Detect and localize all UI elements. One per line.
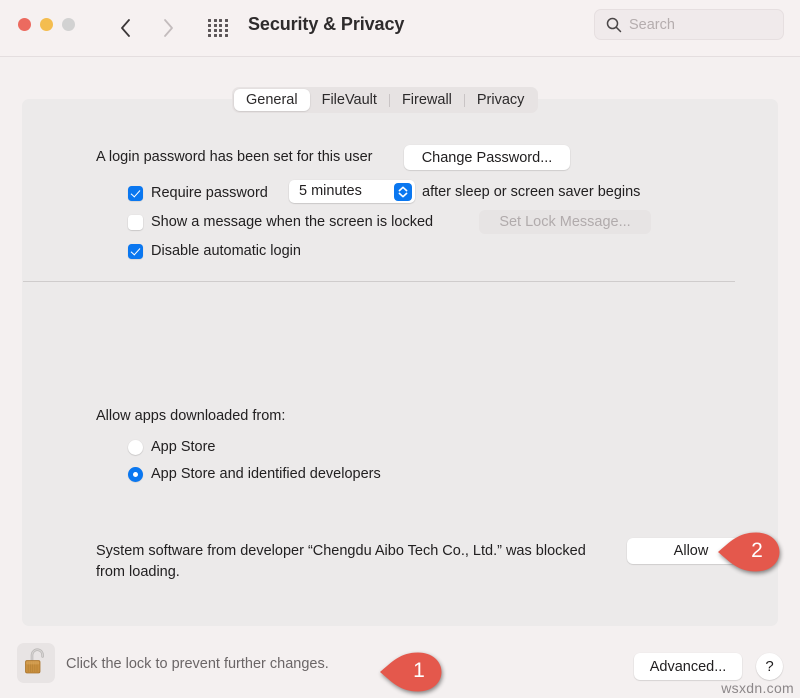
disable-auto-login-row[interactable]: Disable automatic login xyxy=(128,241,301,261)
unlocked-padlock-icon[interactable] xyxy=(17,643,55,683)
search-field[interactable] xyxy=(594,9,784,40)
show-lock-message-row[interactable]: Show a message when the screen is locked xyxy=(128,212,433,232)
annotation-pin-2: 2 xyxy=(716,530,782,574)
show-lock-message-checkbox[interactable] xyxy=(128,214,143,230)
window-titlebar: Security & Privacy xyxy=(0,0,800,57)
tab-filevault[interactable]: FileVault xyxy=(310,89,389,111)
allow-apps-label: Allow apps downloaded from: xyxy=(96,408,286,424)
set-lock-message-button[interactable]: Set Lock Message... xyxy=(479,210,651,234)
close-window-button[interactable] xyxy=(18,18,31,31)
advanced-button[interactable]: Advanced... xyxy=(634,653,742,680)
login-password-status-label: A login password has been set for this u… xyxy=(96,149,373,165)
page-title: Security & Privacy xyxy=(248,14,405,34)
show-all-grid-icon[interactable] xyxy=(205,15,231,41)
sleep-delay-select[interactable]: 5 minutes xyxy=(289,180,415,203)
annotation-pin-2-number: 2 xyxy=(751,539,763,562)
radio-app-store-row[interactable]: App Store xyxy=(128,437,216,457)
require-password-checkbox[interactable] xyxy=(128,185,143,201)
help-button[interactable]: ? xyxy=(756,653,783,680)
after-sleep-suffix-label: after sleep or screen saver begins xyxy=(422,184,641,200)
chevron-left-icon[interactable] xyxy=(115,14,137,42)
require-password-row[interactable]: Require password xyxy=(128,183,268,203)
search-icon xyxy=(605,16,623,34)
zoom-window-button[interactable] xyxy=(62,18,75,31)
radio-identified-developers[interactable] xyxy=(128,466,143,482)
chevron-updown-icon[interactable] xyxy=(394,182,412,201)
require-password-label: Require password xyxy=(151,185,268,201)
radio-identified-developers-row[interactable]: App Store and identified developers xyxy=(128,464,381,484)
tab-privacy[interactable]: Privacy xyxy=(465,89,537,111)
chevron-right-icon[interactable] xyxy=(157,14,179,42)
tab-general[interactable]: General xyxy=(234,89,310,111)
disable-auto-login-checkbox[interactable] xyxy=(128,243,143,259)
radio-app-store-label: App Store xyxy=(151,439,216,455)
blocked-software-message: System software from developer “Chengdu … xyxy=(96,543,586,580)
preference-tabs: General FileVault Firewall Privacy xyxy=(232,87,539,113)
radio-identified-developers-label: App Store and identified developers xyxy=(151,466,381,482)
lock-hint-text: Click the lock to prevent further change… xyxy=(66,656,329,672)
disable-auto-login-label: Disable automatic login xyxy=(151,243,301,259)
annotation-pin-1-number: 1 xyxy=(413,659,425,682)
watermark: wsxdn.com xyxy=(721,680,794,696)
change-password-button[interactable]: Change Password... xyxy=(404,145,570,170)
tab-firewall[interactable]: Firewall xyxy=(390,89,464,111)
section-divider xyxy=(23,281,735,282)
search-input[interactable] xyxy=(629,10,779,39)
radio-app-store[interactable] xyxy=(128,439,143,455)
annotation-pin-1: 1 xyxy=(378,650,444,694)
security-privacy-window: Security & Privacy General FileVault Fir… xyxy=(0,0,800,698)
sleep-delay-value: 5 minutes xyxy=(299,183,362,199)
show-lock-message-label: Show a message when the screen is locked xyxy=(151,214,434,230)
minimize-window-button[interactable] xyxy=(40,18,53,31)
